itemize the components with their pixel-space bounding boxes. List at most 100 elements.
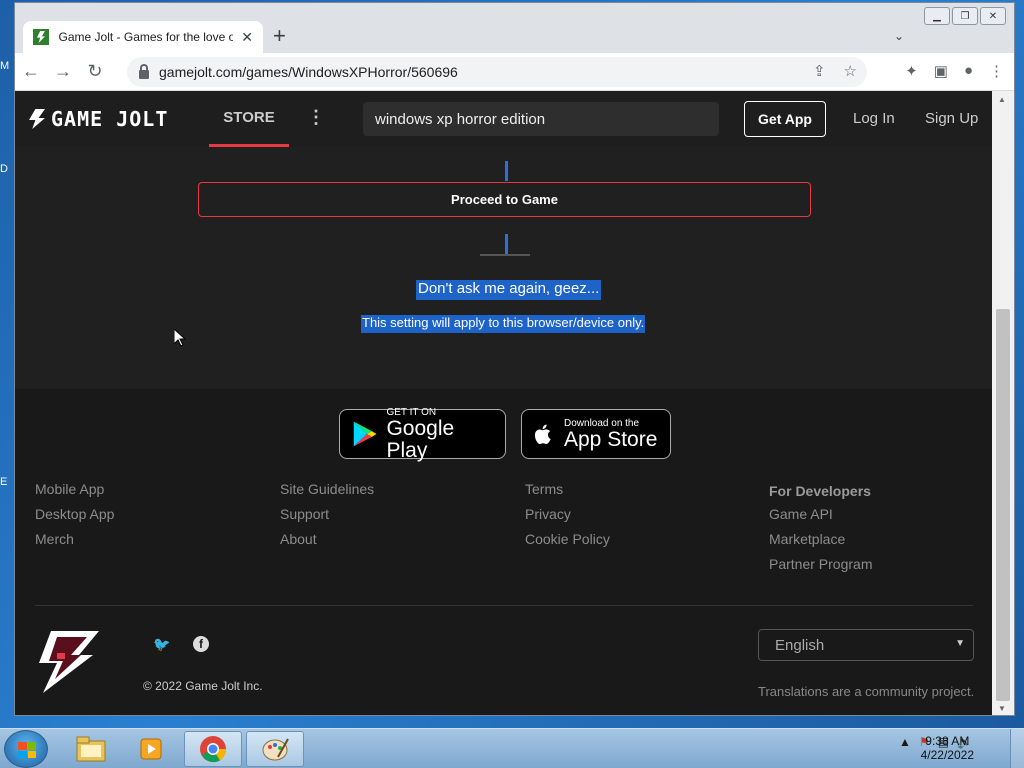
google-play-badge[interactable]: GET IT ON Google Play xyxy=(339,406,506,462)
proceed-to-game-button[interactable]: Proceed to Game xyxy=(198,182,811,217)
clock-date: 4/22/2022 xyxy=(920,748,974,762)
new-tab-button[interactable]: + xyxy=(273,25,286,47)
footer-link-support[interactable]: Support xyxy=(280,506,374,531)
app-store-badge[interactable]: Download on the App Store xyxy=(521,409,671,459)
tab-close-icon[interactable]: ✕ xyxy=(241,29,253,46)
site-search-input[interactable] xyxy=(363,102,719,136)
divider-line xyxy=(505,234,508,254)
scrollbar-thumb[interactable] xyxy=(996,309,1010,701)
chrome-icon xyxy=(200,736,227,763)
browser-titlebar: Game Jolt - Games for the love o ✕ + ⌄ ▁… xyxy=(15,3,1014,53)
divider-line xyxy=(480,254,530,256)
address-bar[interactable]: gamejolt.com/games/WindowsXPHorror/56069… xyxy=(127,57,867,87)
side-panel-icon[interactable]: ▣ xyxy=(934,62,948,80)
lock-icon[interactable] xyxy=(139,63,149,79)
footer-column: Terms Privacy Cookie Policy xyxy=(525,481,610,556)
taskbar-clock[interactable]: 9:38 AM 4/22/2022 xyxy=(921,734,974,762)
language-select[interactable]: English ▼ xyxy=(758,629,974,661)
get-app-button[interactable]: Get App xyxy=(744,101,826,137)
footer-column: Mobile App Desktop App Merch xyxy=(35,481,114,556)
scroll-down-arrow-icon[interactable]: ▼ xyxy=(998,704,1006,713)
toolbar-extensions: ✦ ▣ ● ⋮ xyxy=(905,62,1004,80)
taskbar-paint[interactable] xyxy=(246,731,304,767)
windows-logo-icon xyxy=(18,742,36,758)
page-scrollbar[interactable]: ▲ ▼ xyxy=(992,91,1014,715)
share-icon[interactable]: ⇪ xyxy=(813,62,826,80)
facebook-icon[interactable]: f xyxy=(193,636,209,652)
gamejolt-logo[interactable]: GAME JOLT xyxy=(29,107,168,131)
store-nav-link[interactable]: STORE xyxy=(209,91,289,147)
maximize-button[interactable]: ❐ xyxy=(952,7,978,25)
chevron-down-icon: ▼ xyxy=(955,638,965,649)
close-window-button[interactable]: ✕ xyxy=(980,7,1006,25)
google-play-big-text: Google Play xyxy=(386,416,455,462)
clock-time: 9:38 AM xyxy=(925,734,970,748)
footer-link-mobile-app[interactable]: Mobile App xyxy=(35,481,114,506)
copyright-text: © 2022 Game Jolt Inc. xyxy=(143,679,263,693)
setting-note: This setting will apply to this browser/… xyxy=(361,315,646,333)
media-player-icon xyxy=(140,738,162,760)
login-link[interactable]: Log In xyxy=(853,110,895,127)
taskbar-chrome[interactable] xyxy=(184,731,242,767)
footer-link-game-api[interactable]: Game API xyxy=(769,506,872,531)
app-store-small-text: Download on the xyxy=(564,417,640,429)
google-play-small-text: GET IT ON xyxy=(386,406,437,418)
bookmark-star-icon[interactable]: ☆ xyxy=(844,62,857,80)
taskbar-media-player[interactable] xyxy=(122,731,180,767)
footer-divider xyxy=(35,605,973,606)
folder-icon xyxy=(76,736,106,762)
windows-taskbar: ▲ ⚑ ▤ 🔈 9:38 AM 4/22/2022 xyxy=(0,728,1024,768)
language-select-value: English xyxy=(775,636,825,654)
omnibox-actions: ⇪ ☆ xyxy=(813,62,857,80)
google-play-icon xyxy=(353,421,377,447)
footer-link-about[interactable]: About xyxy=(280,531,374,556)
footer-link-terms[interactable]: Terms xyxy=(525,481,610,506)
desktop-edge-text: M xyxy=(0,60,10,72)
tab-search-chevron-icon[interactable]: ⌄ xyxy=(894,29,904,43)
profile-avatar-icon[interactable]: ● xyxy=(964,62,973,80)
divider-line xyxy=(505,161,508,181)
footer-heading-developers: For Developers xyxy=(769,483,871,499)
footer-link-desktop-app[interactable]: Desktop App xyxy=(35,506,114,531)
site-footer: GET IT ON Google Play Download on the Ap… xyxy=(15,389,993,715)
footer-link-partner-program[interactable]: Partner Program xyxy=(769,556,872,581)
show-hidden-icons-icon[interactable]: ▲ xyxy=(899,735,911,749)
footer-link-merch[interactable]: Merch xyxy=(35,531,114,556)
reload-button[interactable]: ↻ xyxy=(79,61,111,82)
lightning-bolt-icon xyxy=(29,109,45,129)
scroll-up-arrow-icon[interactable]: ▲ xyxy=(998,95,1006,104)
extensions-puzzle-icon[interactable]: ✦ xyxy=(905,62,918,80)
show-desktop-button[interactable] xyxy=(1010,729,1024,768)
desktop-edge-text: E xyxy=(0,476,8,488)
tab-title: Game Jolt - Games for the love o xyxy=(58,30,234,44)
translations-note: Translations are a community project. xyxy=(758,684,975,699)
site-header: GAME JOLT STORE ⋮ Get App Log In Sign Up xyxy=(15,91,993,147)
forward-button[interactable]: → xyxy=(47,61,79,82)
browser-window: Game Jolt - Games for the love o ✕ + ⌄ ▁… xyxy=(14,2,1015,716)
app-store-big-text: App Store xyxy=(564,427,658,451)
footer-link-site-guidelines[interactable]: Site Guidelines xyxy=(280,481,374,506)
browser-menu-icon[interactable]: ⋮ xyxy=(989,62,1004,80)
window-controls: ▁ ❐ ✕ xyxy=(924,7,1006,25)
signup-link[interactable]: Sign Up xyxy=(925,110,978,127)
url-text[interactable]: gamejolt.com/games/WindowsXPHorror/56069… xyxy=(159,64,458,80)
more-menu-icon[interactable]: ⋮ xyxy=(307,107,325,128)
footer-link-marketplace[interactable]: Marketplace xyxy=(769,531,872,556)
back-button[interactable]: ← xyxy=(15,61,47,82)
browser-tab[interactable]: Game Jolt - Games for the love o ✕ xyxy=(23,21,263,53)
gamejolt-mascot-logo[interactable] xyxy=(35,627,99,695)
maturity-warning-panel: Proceed to Game Don't ask me again, geez… xyxy=(15,147,993,389)
footer-link-privacy[interactable]: Privacy xyxy=(525,506,610,531)
web-page: GAME JOLT STORE ⋮ Get App Log In Sign Up… xyxy=(15,91,993,715)
taskbar-explorer[interactable] xyxy=(62,731,120,767)
gamejolt-favicon-icon xyxy=(33,29,49,45)
twitter-icon[interactable]: 🐦 xyxy=(153,636,170,652)
logo-wordmark: GAME JOLT xyxy=(51,107,169,131)
start-button[interactable] xyxy=(4,730,48,768)
mouse-cursor-icon xyxy=(174,329,186,347)
browser-toolbar: ← → ↻ gamejolt.com/games/WindowsXPHorror… xyxy=(15,53,1014,91)
minimize-button[interactable]: ▁ xyxy=(924,7,950,25)
desktop-edge-text: D xyxy=(0,163,8,175)
footer-link-cookie-policy[interactable]: Cookie Policy xyxy=(525,531,610,556)
dont-ask-again-link[interactable]: Don't ask me again, geez... xyxy=(416,280,602,300)
